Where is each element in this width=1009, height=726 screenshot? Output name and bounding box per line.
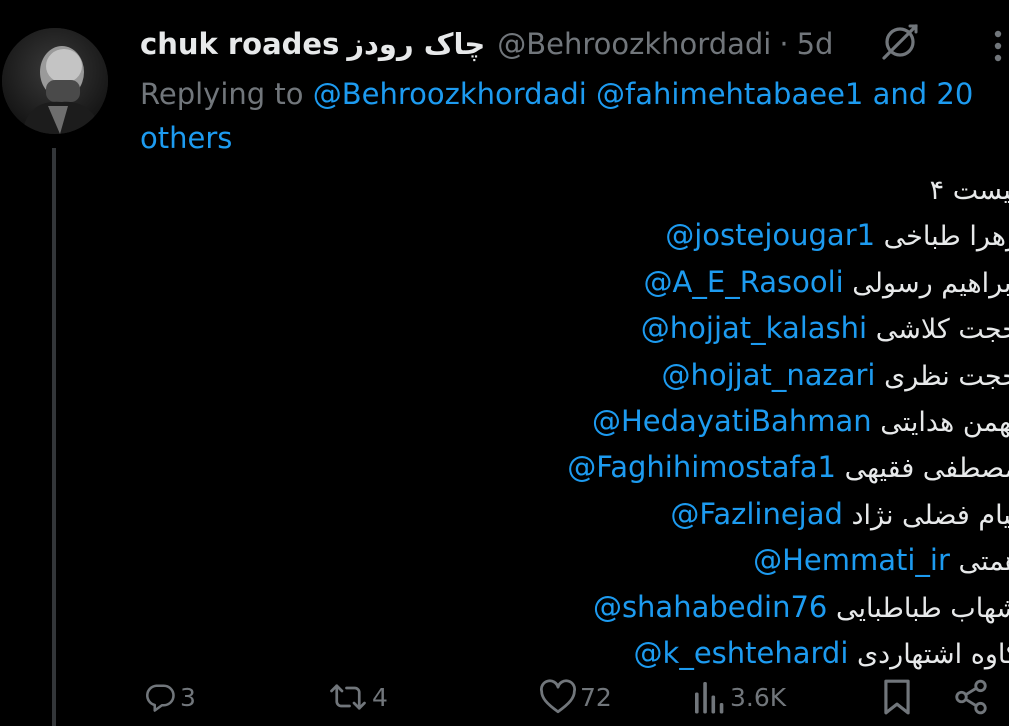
mention-link[interactable]: @hojjat_nazari xyxy=(661,358,875,392)
tweet-line-text: زهرا طباخی xyxy=(883,221,1009,253)
reply-count: 3 xyxy=(180,682,196,712)
thread-line xyxy=(52,148,56,726)
tweet-line-text: بیست ۴ xyxy=(929,175,1009,206)
replying-prefix: Replying to xyxy=(140,77,304,111)
more-options-icon[interactable] xyxy=(924,18,1009,66)
tweet-line: حجت نظری @hojjat_nazari xyxy=(567,353,1009,399)
mention-link[interactable]: @hojjat_kalashi xyxy=(641,311,867,345)
avatar-image xyxy=(2,28,108,134)
mention-link[interactable]: @k_eshtehardi xyxy=(634,636,849,670)
mention-link[interactable]: @HedayatiBahman xyxy=(592,404,872,438)
replying-mentions[interactable]: @Behroozkhordadi @fahimehtabaee1 xyxy=(313,77,864,111)
tweet-line: همتی @Hemmati_ir xyxy=(567,538,1009,584)
tweet-line: بهمن هدایتی @HedayatiBahman xyxy=(567,399,1009,445)
share-button[interactable] xyxy=(952,672,990,722)
tweet-line: زهرا طباخی @jostejougar1 xyxy=(567,213,1009,259)
tweet-line: ابراهیم رسولی @A_E_Rasooli xyxy=(567,260,1009,306)
display-name-fa[interactable]: چاک رودز xyxy=(347,27,485,61)
display-name[interactable]: chuk roades xyxy=(140,27,339,61)
views-count: 3.6K xyxy=(730,682,787,712)
tweet-line-text: همتی xyxy=(958,546,1009,578)
reply-button[interactable]: 3 xyxy=(142,672,196,722)
tweet-line: بیست ۴ xyxy=(567,168,1009,213)
tweet-line-text: پیام فضلی نژاد xyxy=(851,499,1009,531)
user-handle[interactable]: @Behroozkhordadi xyxy=(497,27,771,61)
tweet-line: حجت کلاشی @hojjat_kalashi xyxy=(567,306,1009,352)
tweet-line: پیام فضلی نژاد @Fazlinejad xyxy=(567,492,1009,538)
mention-link[interactable]: @Faghihimostafa1 xyxy=(567,450,836,484)
tweet-line-text: حجت نظری xyxy=(884,360,1009,392)
tweet-line-text: ابراهیم رسولی xyxy=(852,267,1009,299)
tweet-line-text: بهمن هدایتی xyxy=(880,407,1009,439)
timestamp[interactable]: 5d xyxy=(797,27,834,61)
tweet-text: بیست ۴زهرا طباخی @jostejougar1ابراهیم رس… xyxy=(567,168,1009,677)
mention-link[interactable]: @shahabedin76 xyxy=(593,590,827,624)
tweet-line: مصطفی فقیهی @Faghihimostafa1 xyxy=(567,445,1009,491)
separator-dot: · xyxy=(779,27,789,61)
bookmark-icon xyxy=(880,678,914,716)
heart-icon xyxy=(538,679,578,715)
tweet-line-text: حجت کلاشی xyxy=(875,314,1009,346)
bookmark-button[interactable] xyxy=(880,672,914,722)
tweet-line-text: کاوه اشتهاردی xyxy=(857,639,1009,671)
tweet-header: chuk roades چاک رودز @Behroozkhordadi · … xyxy=(140,22,833,66)
grok-icon[interactable] xyxy=(876,18,924,66)
retweet-icon xyxy=(326,679,370,715)
tweet-line: کاوه اشتهاردی @k_eshtehardi xyxy=(567,631,1009,677)
mention-link[interactable]: @Fazlinejad xyxy=(670,497,843,531)
tweet-line-text: مصطفی فقیهی xyxy=(844,453,1009,485)
header-actions xyxy=(876,18,1009,66)
mention-link[interactable]: @Hemmati_ir xyxy=(753,543,950,577)
views-button[interactable]: 3.6K xyxy=(692,672,786,722)
views-icon xyxy=(692,677,728,717)
like-count: 72 xyxy=(580,682,612,712)
reply-icon xyxy=(142,679,178,715)
share-icon xyxy=(952,678,990,716)
action-bar: 3 4 72 3.6K xyxy=(140,672,1000,722)
tweet-line: شهاب طباطبایی @shahabedin76 xyxy=(567,585,1009,631)
like-button[interactable]: 72 xyxy=(538,672,612,722)
mention-link[interactable]: @A_E_Rasooli xyxy=(644,265,844,299)
mention-link[interactable]: @jostejougar1 xyxy=(665,218,875,252)
retweet-count: 4 xyxy=(372,682,388,712)
replying-to: Replying to @Behroozkhordadi @fahimehtab… xyxy=(140,72,1000,160)
retweet-button[interactable]: 4 xyxy=(326,672,388,722)
tweet-line-text: شهاب طباطبایی xyxy=(835,592,1009,624)
avatar[interactable] xyxy=(2,28,108,134)
